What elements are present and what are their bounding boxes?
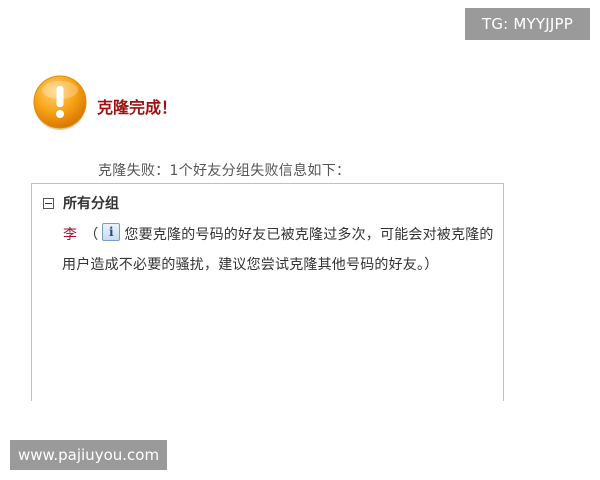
- failure-entry: 李 （i 您要克隆的号码的好友已被克隆过多次，可能会对被克隆的用户造成不必要的骚扰，…: [62, 220, 500, 280]
- failure-summary: 克隆失败：1个好友分组失败信息如下：: [98, 163, 351, 179]
- open-paren: （: [84, 227, 99, 243]
- watermark-top-right: TG: MYYJJPP: [465, 8, 590, 40]
- collapse-toggle-icon[interactable]: [43, 197, 54, 209]
- failure-details-panel: 所有分组 李 （i 您要克隆的号码的好友已被克隆过多次，可能会对被克隆的用户造成不必…: [31, 183, 504, 401]
- dialog-title: 克隆完成！: [97, 98, 178, 117]
- friend-name: 李: [63, 227, 78, 243]
- group-header: 所有分组: [43, 193, 119, 213]
- clone-result-page: TG: MYYJJPP 克隆完成！ 克隆失败：1个好友分组失败信息如下： 所有分…: [0, 0, 600, 480]
- group-label: 所有分组: [63, 196, 119, 212]
- warning-exclamation-icon: [33, 75, 87, 130]
- failure-message: 您要克隆的号码的好友已被克隆过多次，可能会对被克隆的用户造成不必要的骚扰，建议您…: [62, 227, 494, 273]
- info-icon: i: [102, 223, 121, 241]
- watermark-bottom-left: www.pajiuyou.com: [10, 440, 167, 470]
